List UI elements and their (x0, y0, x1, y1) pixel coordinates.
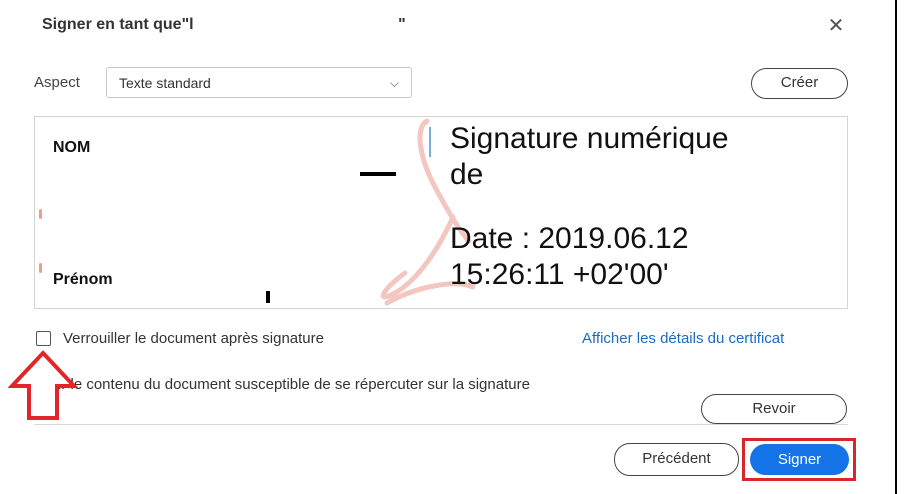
review-content-text: ir le contenu du document susceptible de… (58, 376, 530, 393)
close-icon[interactable]: ✕ (826, 16, 846, 36)
signature-text: Signature numérique de Date : 2019.06.12… (450, 121, 847, 293)
dialog-title: Signer en tant que"l " (42, 16, 406, 33)
window-edge (895, 0, 897, 494)
lock-document-checkbox[interactable] (36, 331, 51, 346)
sign-dialog: Signer en tant que"l " ✕ Aspect Texte st… (0, 0, 906, 494)
redacted-mark (39, 209, 42, 219)
certificate-details-link[interactable]: Afficher les détails du certificat (582, 330, 784, 347)
lock-document-label[interactable]: Verrouiller le document après signature (63, 330, 324, 347)
aspect-selected-value: Texte standard (119, 75, 211, 91)
signature-line: de (450, 158, 484, 191)
redacted-mark (266, 291, 270, 303)
name-label: NOM (53, 139, 91, 156)
aspect-select[interactable]: Texte standard ⌵ (106, 67, 412, 98)
arrow-up-icon (8, 350, 78, 420)
signature-line (450, 193, 847, 221)
create-button[interactable]: Créer (751, 68, 848, 99)
review-button[interactable]: Revoir (701, 394, 847, 424)
chevron-down-icon: ⌵ (389, 76, 399, 90)
signature-line: Date : 2019.06.12 (450, 222, 689, 255)
signature-preview: NOM Prénom Signature numérique de Date :… (34, 116, 848, 309)
firstname-label: Prénom (53, 271, 113, 288)
signature-line: Signature numérique (450, 122, 729, 155)
footer-divider (34, 424, 848, 425)
previous-button[interactable]: Précédent (614, 443, 739, 476)
sign-button[interactable]: Signer (750, 444, 849, 475)
signature-line: 15:26:11 +02'00' (450, 258, 669, 291)
signature-name-area: NOM Prénom (35, 117, 475, 308)
redacted-mark (39, 263, 42, 273)
aspect-label: Aspect (34, 74, 80, 91)
